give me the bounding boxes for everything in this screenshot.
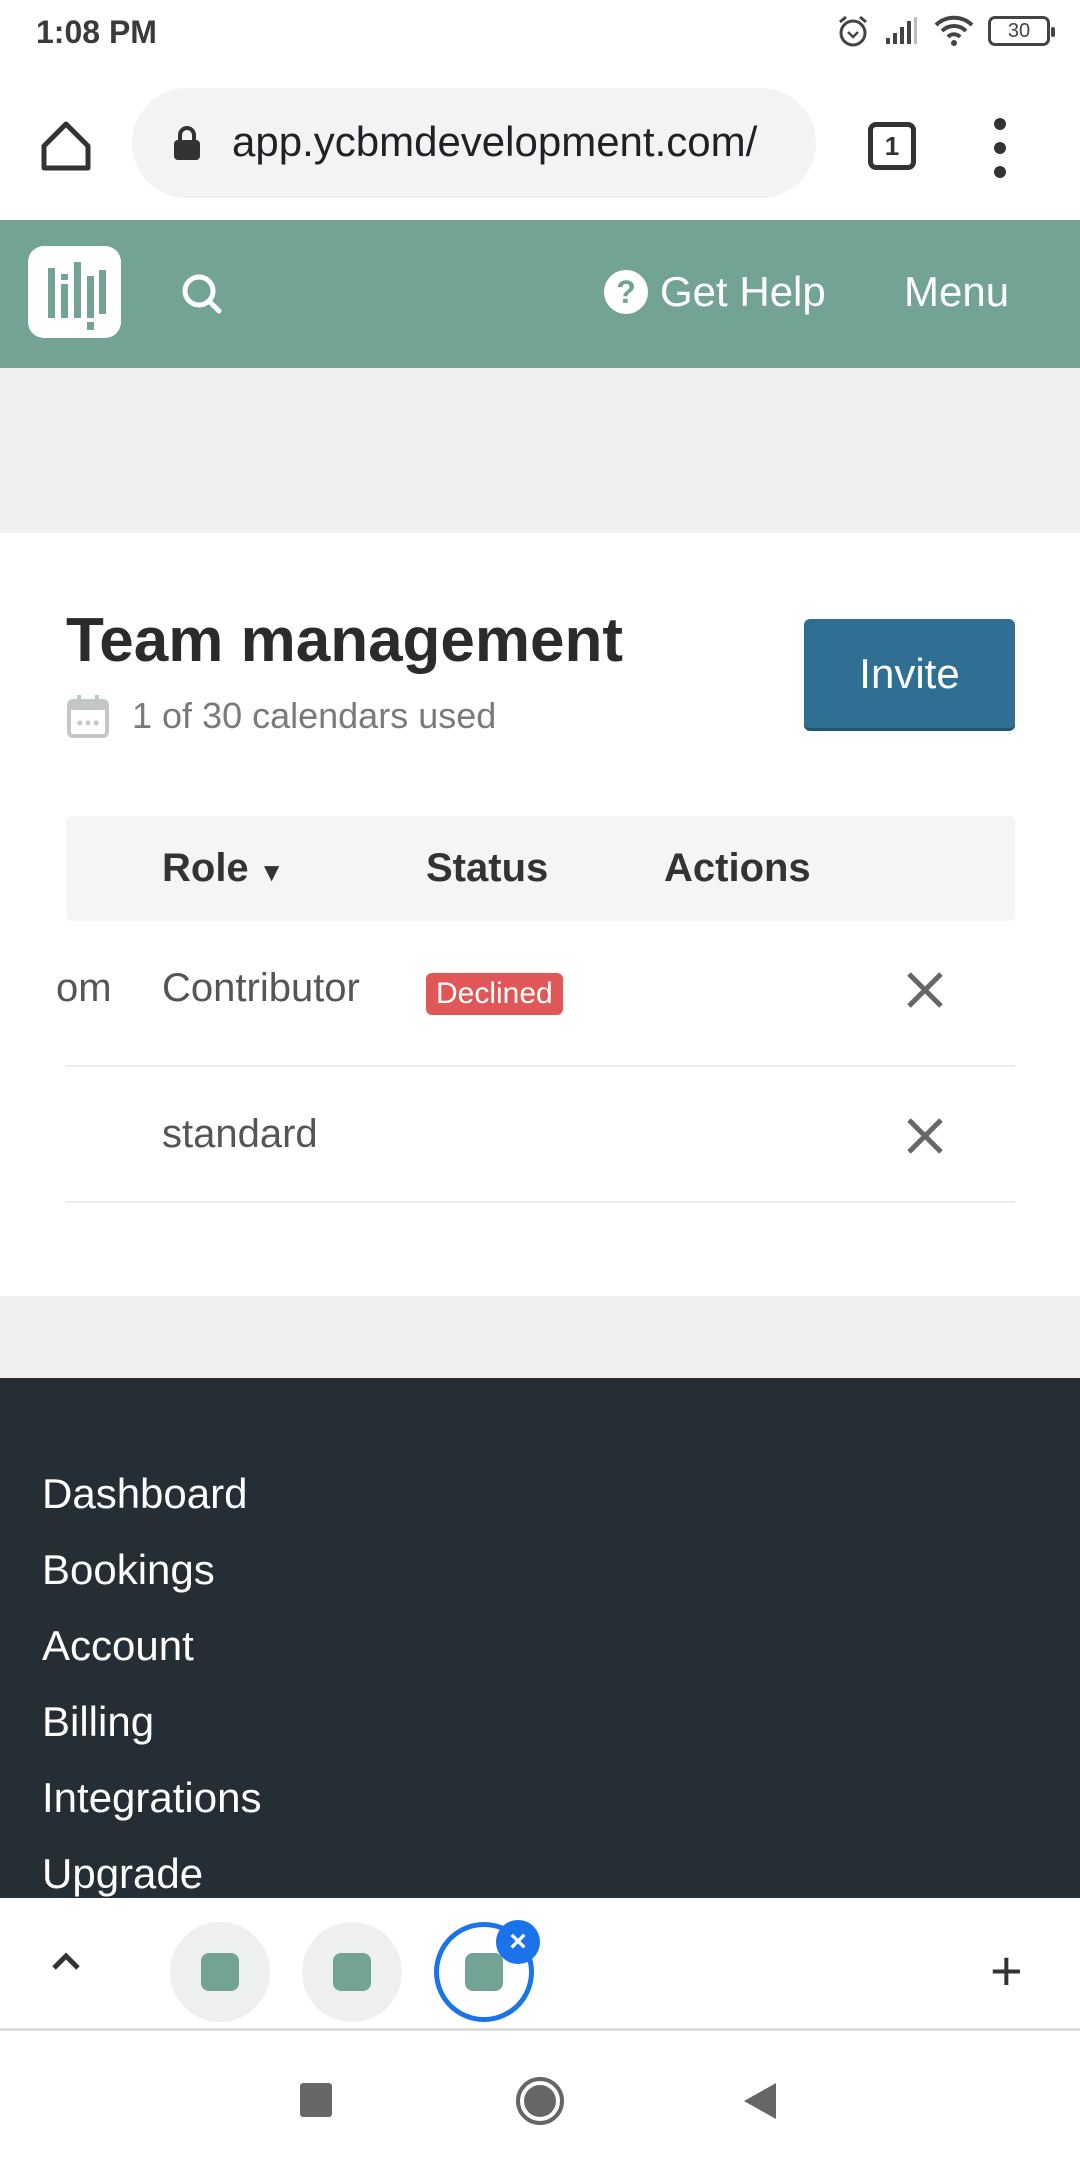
logo-icon [48,262,106,330]
chevron-up-icon[interactable] [46,1942,86,1982]
member-email: om [56,966,112,1010]
alarm-icon [839,15,867,47]
favicon-icon [465,1953,503,1991]
member-role: Contributor [162,966,360,1010]
tab-thumbnail[interactable] [170,1922,270,2022]
table-row: standard [66,1067,1015,1203]
close-tab-icon[interactable]: × [496,1920,540,1964]
search-icon[interactable] [178,270,228,320]
footer-link-upgrade[interactable]: Upgrade [42,1844,261,1898]
home-nav-icon[interactable] [516,2077,564,2125]
recent-apps-icon[interactable] [300,2083,332,2117]
remove-member-icon[interactable] [904,1115,946,1157]
status-badge: Declined [426,973,563,1015]
calendar-usage-text: 1 of 30 calendars used [132,695,497,736]
help-icon: ? [604,270,648,314]
more-options-icon[interactable] [990,118,1010,178]
calendar-usage: 1 of 30 calendars used [66,693,496,739]
app-header: ? Get Help Menu [0,220,1080,368]
get-help-link[interactable]: ? Get Help [604,268,826,316]
url-text: app.ycbmdevelopment.com/ [232,118,758,165]
tab-thumbnail[interactable] [302,1922,402,2022]
favicon-icon [333,1953,371,1991]
calendar-icon [67,695,109,738]
table-row: om Contributor Declined [56,921,1015,1067]
status-bar: 1:08 PM 30 [0,0,1080,66]
table-header: Role ▼ Status Actions [66,816,1015,921]
column-header-actions: Actions [664,846,811,890]
browser-toolbar: app.ycbmdevelopment.com/ 1 [0,66,1080,220]
address-bar[interactable]: app.ycbmdevelopment.com/ [132,88,816,198]
page-title: Team management [66,606,624,675]
team-management-card: Team management 1 of 30 calendars used I… [0,533,1080,1296]
lock-icon [174,126,200,160]
signal-icon [886,17,917,44]
footer-link-account[interactable]: Account [42,1616,261,1692]
app-logo[interactable] [28,246,121,338]
team-table: Role ▼ Status Actions om Contributor Decl… [56,816,1015,1203]
remove-member-icon[interactable] [904,969,946,1011]
home-icon[interactable] [36,116,96,176]
browser-tab-strip: × + [0,1898,1080,2031]
footer-nav: Dashboard Bookings Account Billing Integ… [42,1464,261,1898]
new-tab-button[interactable]: + [990,1938,1023,2003]
column-header-role[interactable]: Role ▼ [162,846,284,891]
footer-link-bookings[interactable]: Bookings [42,1540,261,1616]
footer-link-dashboard[interactable]: Dashboard [42,1464,261,1540]
footer-link-integrations[interactable]: Integrations [42,1768,261,1844]
wifi-icon [934,15,974,46]
system-nav-bar [0,2031,1080,2160]
clock: 1:08 PM [36,14,157,50]
footer-link-billing[interactable]: Billing [42,1692,261,1768]
page-spacer [0,1296,1080,1378]
favicon-icon [201,1953,239,1991]
battery-icon: 30 [988,16,1055,46]
sort-caret-icon: ▼ [258,857,285,887]
member-role: standard [162,1112,318,1156]
menu-button[interactable]: Menu [904,268,1009,316]
back-icon[interactable] [744,2083,776,2119]
invite-button[interactable]: Invite [804,619,1015,728]
site-footer: Dashboard Bookings Account Billing Integ… [0,1378,1080,1898]
column-header-status: Status [426,846,549,890]
page-banner [0,368,1080,533]
tab-switcher-button[interactable]: 1 [868,122,916,170]
get-help-label: Get Help [660,268,826,315]
